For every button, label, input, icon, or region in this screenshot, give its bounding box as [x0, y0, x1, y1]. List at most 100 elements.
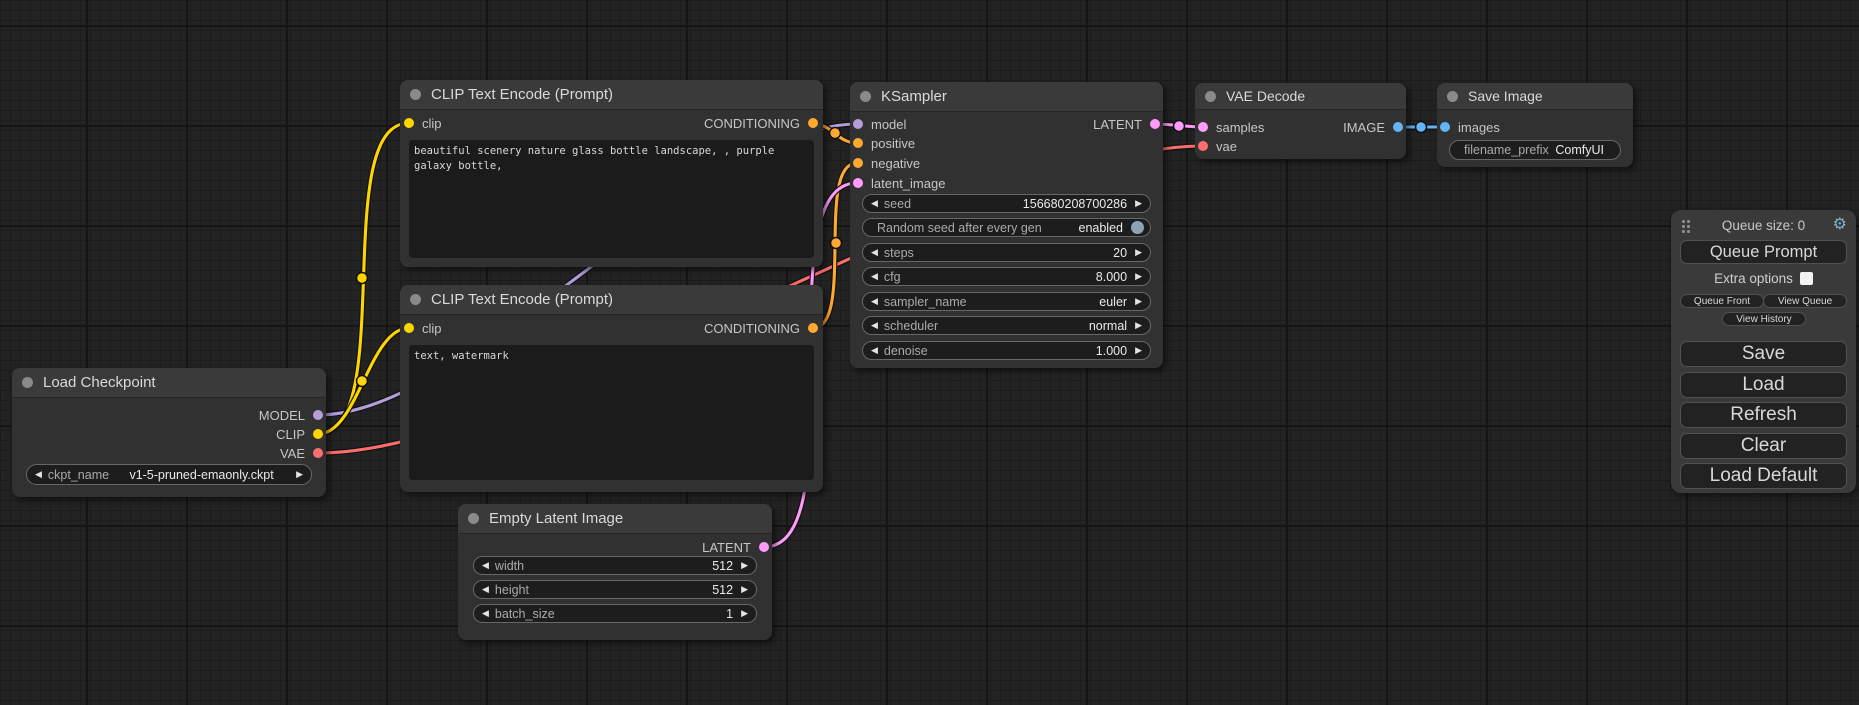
increment-arrow-icon[interactable]: ▶	[1135, 297, 1142, 306]
decrement-arrow-icon[interactable]: ◀	[482, 609, 489, 618]
decrement-arrow-icon[interactable]: ◀	[871, 272, 878, 281]
vae-slot-dot[interactable]	[1198, 141, 1208, 151]
ckpt-name-widget[interactable]: ◀ ckpt_name v1-5-pruned-emaonly.ckpt ▶	[26, 464, 312, 485]
link-dot[interactable]	[1416, 122, 1427, 133]
increment-arrow-icon[interactable]: ▶	[1135, 248, 1142, 257]
node-empty-latent-image[interactable]: Empty Latent Image LATENT ◀ width 512 ▶ …	[458, 504, 772, 640]
decrement-arrow-icon[interactable]: ◀	[871, 297, 878, 306]
sampler-name-widget[interactable]: ◀ sampler_name euler ▶	[862, 292, 1151, 311]
output-clip[interactable]: CLIP	[276, 427, 323, 441]
decrement-arrow-icon[interactable]: ◀	[871, 199, 878, 208]
steps-widget[interactable]: ◀ steps 20 ▶	[862, 243, 1151, 262]
increment-arrow-icon[interactable]: ▶	[741, 585, 748, 594]
prompt-textarea[interactable]: text, watermark	[409, 345, 814, 480]
node-title-bar[interactable]: Empty Latent Image	[458, 504, 772, 534]
input-model[interactable]: model	[853, 117, 906, 131]
node-title-bar[interactable]: VAE Decode	[1195, 83, 1406, 110]
collapse-dot[interactable]	[860, 91, 871, 102]
link-dot[interactable]	[357, 376, 368, 387]
input-clip[interactable]: clip	[404, 321, 442, 335]
output-image[interactable]: IMAGE	[1343, 120, 1403, 134]
image-slot-dot[interactable]	[1440, 122, 1450, 132]
node-load-checkpoint[interactable]: Load Checkpoint MODEL CLIP VAE ◀ ckpt_na…	[12, 368, 326, 497]
increment-arrow-icon[interactable]: ▶	[1135, 321, 1142, 330]
clip-slot-dot[interactable]	[404, 323, 414, 333]
node-save-image[interactable]: Save Image images filename_prefix ComfyU…	[1437, 83, 1633, 167]
queue-prompt-button[interactable]: Queue Prompt	[1680, 240, 1847, 264]
latent-slot-dot[interactable]	[1198, 122, 1208, 132]
vae-slot-dot[interactable]	[313, 448, 323, 458]
output-vae[interactable]: VAE	[280, 446, 323, 460]
latent-slot-dot[interactable]	[853, 178, 863, 188]
decrement-arrow-icon[interactable]: ◀	[482, 585, 489, 594]
width-widget[interactable]: ◀ width 512 ▶	[473, 556, 757, 575]
node-graph-canvas[interactable]: Load Checkpoint MODEL CLIP VAE ◀ ckpt_na…	[0, 0, 1859, 705]
collapse-dot[interactable]	[1447, 91, 1458, 102]
output-latent[interactable]: LATENT	[1093, 117, 1160, 131]
conditioning-slot-dot[interactable]	[808, 118, 818, 128]
node-title-bar[interactable]: KSampler	[850, 82, 1163, 112]
latent-slot-dot[interactable]	[1150, 119, 1160, 129]
link-dot[interactable]	[830, 128, 841, 139]
collapse-dot[interactable]	[410, 294, 421, 305]
output-model[interactable]: MODEL	[259, 408, 323, 422]
scheduler-widget[interactable]: ◀ scheduler normal ▶	[862, 316, 1151, 335]
clip-slot-dot[interactable]	[404, 118, 414, 128]
batch-size-widget[interactable]: ◀ batch_size 1 ▶	[473, 604, 757, 623]
increment-arrow-icon[interactable]: ▶	[1135, 272, 1142, 281]
output-conditioning[interactable]: CONDITIONING	[704, 116, 818, 130]
output-conditioning[interactable]: CONDITIONING	[704, 321, 818, 335]
increment-arrow-icon[interactable]: ▶	[1135, 199, 1142, 208]
model-slot-dot[interactable]	[313, 410, 323, 420]
link-dot[interactable]	[831, 238, 842, 249]
prompt-textarea[interactable]: beautiful scenery nature glass bottle la…	[409, 140, 814, 258]
decrement-arrow-icon[interactable]: ◀	[871, 248, 878, 257]
collapse-dot[interactable]	[410, 89, 421, 100]
decrement-arrow-icon[interactable]: ◀	[871, 321, 878, 330]
conditioning-slot-dot[interactable]	[853, 138, 863, 148]
refresh-button[interactable]: Refresh	[1680, 402, 1847, 428]
decrement-arrow-icon[interactable]: ◀	[35, 470, 42, 479]
node-clip-text-encode-positive[interactable]: CLIP Text Encode (Prompt) clip CONDITION…	[400, 80, 823, 267]
input-negative[interactable]: negative	[853, 156, 920, 170]
settings-gear-icon[interactable]: ⚙	[1833, 214, 1847, 233]
seed-widget[interactable]: ◀ seed 156680208700286 ▶	[862, 194, 1151, 213]
cfg-widget[interactable]: ◀ cfg 8.000 ▶	[862, 267, 1151, 286]
input-vae[interactable]: vae	[1198, 139, 1237, 153]
node-clip-text-encode-negative[interactable]: CLIP Text Encode (Prompt) clip CONDITION…	[400, 285, 823, 492]
toggle-knob[interactable]	[1131, 221, 1144, 234]
node-ksampler[interactable]: KSampler model positive negative latent_…	[850, 82, 1163, 368]
node-title-bar[interactable]: CLIP Text Encode (Prompt)	[400, 80, 823, 110]
input-positive[interactable]: positive	[853, 136, 915, 150]
conditioning-slot-dot[interactable]	[808, 323, 818, 333]
queue-front-button[interactable]: Queue Front	[1680, 294, 1764, 308]
link-dot[interactable]	[1174, 121, 1185, 132]
load-button[interactable]: Load	[1680, 372, 1847, 398]
denoise-widget[interactable]: ◀ denoise 1.000 ▶	[862, 341, 1151, 360]
collapse-dot[interactable]	[468, 513, 479, 524]
model-slot-dot[interactable]	[853, 119, 863, 129]
output-latent[interactable]: LATENT	[702, 540, 769, 554]
decrement-arrow-icon[interactable]: ◀	[871, 346, 878, 355]
load-default-button[interactable]: Load Default	[1680, 463, 1847, 489]
node-title-bar[interactable]: Load Checkpoint	[12, 368, 326, 398]
image-slot-dot[interactable]	[1393, 122, 1403, 132]
latent-slot-dot[interactable]	[759, 542, 769, 552]
input-clip[interactable]: clip	[404, 116, 442, 130]
save-button[interactable]: Save	[1680, 341, 1847, 367]
increment-arrow-icon[interactable]: ▶	[741, 561, 748, 570]
input-latent-image[interactable]: latent_image	[853, 176, 945, 190]
filename-prefix-widget[interactable]: filename_prefix ComfyUI	[1449, 140, 1621, 160]
extra-options-checkbox[interactable]	[1800, 272, 1813, 285]
random-seed-toggle-widget[interactable]: Random seed after every gen enabled	[862, 218, 1151, 237]
link-dot[interactable]	[357, 273, 368, 284]
node-title-bar[interactable]: Save Image	[1437, 83, 1633, 110]
height-widget[interactable]: ◀ height 512 ▶	[473, 580, 757, 599]
node-vae-decode[interactable]: VAE Decode samples vae IMAGE	[1195, 83, 1406, 159]
increment-arrow-icon[interactable]: ▶	[1135, 346, 1142, 355]
increment-arrow-icon[interactable]: ▶	[741, 609, 748, 618]
view-queue-button[interactable]: View Queue	[1763, 294, 1847, 308]
collapse-dot[interactable]	[22, 377, 33, 388]
decrement-arrow-icon[interactable]: ◀	[482, 561, 489, 570]
clear-button[interactable]: Clear	[1680, 433, 1847, 459]
